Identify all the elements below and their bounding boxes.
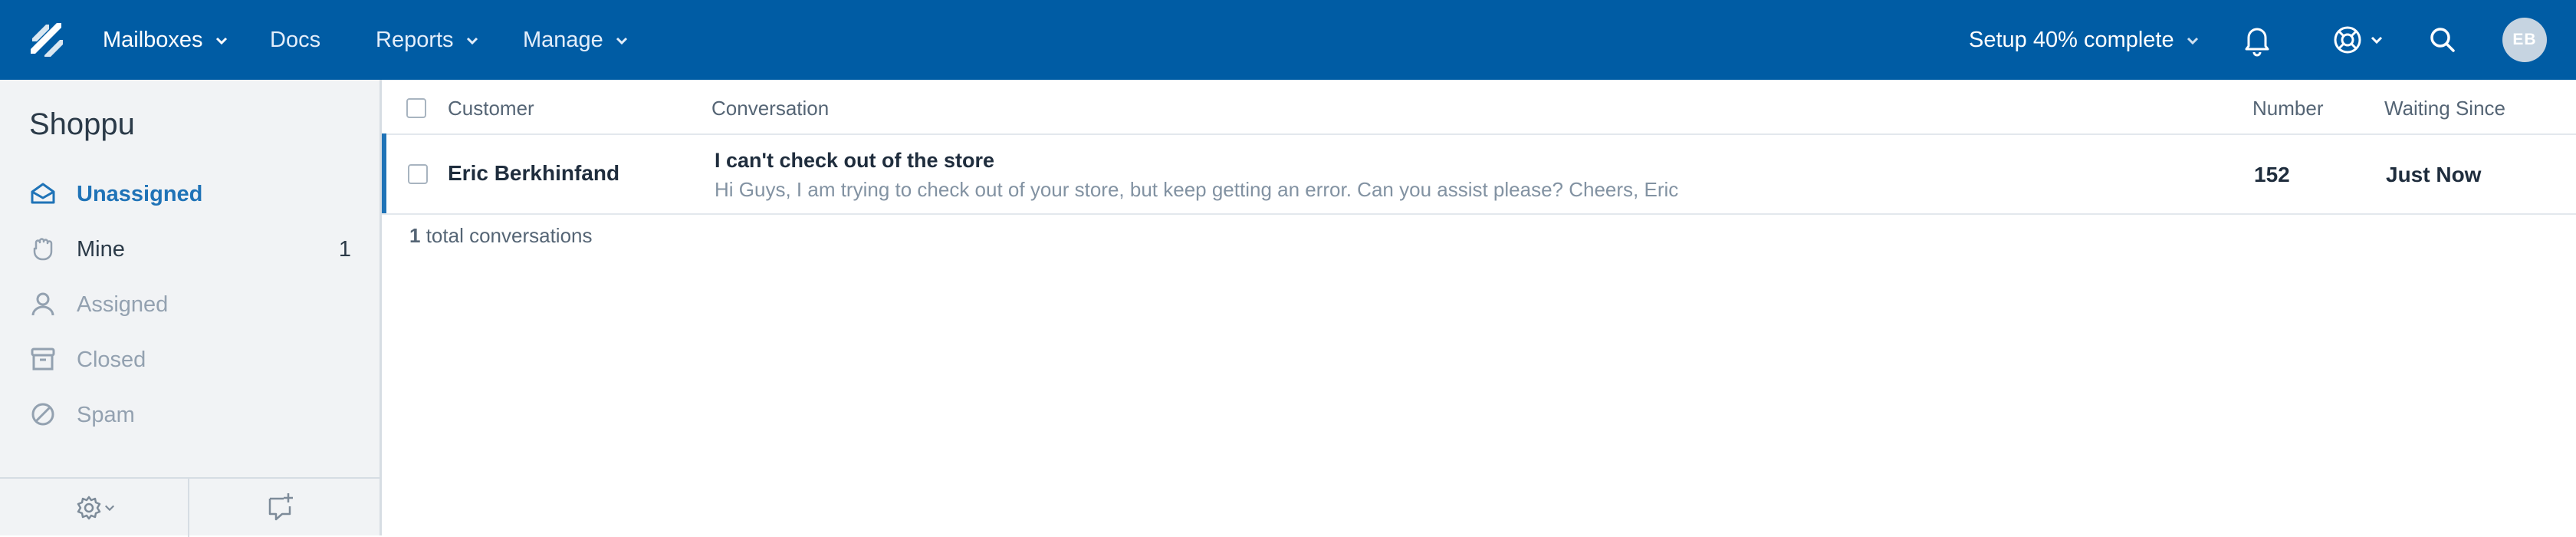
conversation-customer: Eric Berkhinfand — [448, 161, 620, 185]
user-avatar[interactable]: EB — [2502, 18, 2547, 62]
conversation-waiting-since: Just Now — [2386, 163, 2482, 186]
top-navigation-bar: Mailboxes Docs Reports Manage Setup 40% … — [0, 0, 2576, 80]
select-all-checkbox[interactable] — [406, 98, 426, 118]
row-selection-accent — [382, 133, 386, 213]
sidebar-item-assigned[interactable]: Assigned — [29, 281, 351, 327]
conversation-list-header: Customer Conversation Number Waiting Sin… — [382, 80, 2576, 135]
conversation-preview: Hi Guys, I am trying to check out of you… — [715, 178, 1679, 201]
inbox-icon — [31, 183, 55, 204]
footer-divider — [188, 479, 189, 537]
sidebar-item-label: Assigned — [77, 292, 169, 317]
nav-reports-label: Reports — [376, 28, 454, 52]
sidebar-item-closed[interactable]: Closed — [29, 336, 351, 382]
column-header-customer[interactable]: Customer — [448, 97, 534, 120]
chevron-down-icon — [616, 38, 627, 45]
sidebar-item-label: Unassigned — [77, 182, 203, 206]
nav-reports[interactable]: Reports — [376, 0, 478, 80]
column-header-number[interactable]: Number — [2252, 97, 2323, 120]
nav-docs-label: Docs — [270, 28, 321, 52]
gear-icon — [77, 496, 101, 520]
ban-icon — [31, 403, 54, 426]
mailbox-settings-button[interactable] — [74, 493, 127, 523]
column-header-waiting-since[interactable]: Waiting Since — [2384, 97, 2505, 120]
sidebar-item-unassigned[interactable]: Unassigned — [29, 170, 351, 216]
sidebar-item-mine[interactable]: Mine 1 — [29, 226, 351, 272]
total-conversations: 1 total conversations — [409, 224, 593, 248]
nav-docs[interactable]: Docs — [270, 0, 320, 80]
setup-progress-menu[interactable]: Setup 40% complete — [1969, 0, 2199, 80]
chevron-down-icon — [466, 38, 478, 45]
sidebar-item-count: 1 — [338, 237, 351, 262]
conversation-number: 152 — [2254, 163, 2290, 186]
search-icon[interactable] — [2421, 18, 2464, 61]
sidebar-footer — [0, 477, 380, 537]
sidebar-item-label: Spam — [77, 403, 135, 427]
help-menu[interactable] — [2326, 18, 2387, 61]
sidebar-item-spam[interactable]: Spam — [29, 391, 351, 437]
bell-icon[interactable] — [2236, 18, 2279, 61]
sidebar-item-label: Mine — [77, 237, 125, 262]
mailbox-title: Shoppu — [29, 107, 135, 141]
hand-icon — [33, 238, 53, 261]
avatar-initials: EB — [2512, 31, 2537, 48]
chevron-down-icon — [2371, 36, 2383, 44]
conversation-subject: I can't check out of the store — [715, 149, 994, 172]
total-label: total conversations — [426, 224, 593, 247]
setup-progress-label: Setup 40% complete — [1969, 28, 2174, 52]
sidebar-item-label: Closed — [77, 348, 146, 372]
column-header-conversation[interactable]: Conversation — [711, 97, 829, 120]
new-conversation-icon[interactable] — [265, 491, 296, 523]
chevron-down-icon — [2187, 38, 2198, 45]
archive-icon — [31, 348, 55, 371]
nav-mailboxes-label: Mailboxes — [103, 28, 203, 52]
help-lifebuoy-icon — [2334, 26, 2361, 54]
chevron-down-icon — [104, 505, 115, 512]
nav-mailboxes[interactable]: Mailboxes — [103, 0, 228, 80]
helpscout-logo-icon[interactable] — [29, 21, 64, 58]
mailbox-sidebar: Shoppu Unassigned Mine 1 Assigned Closed — [0, 80, 382, 537]
row-checkbox[interactable] — [408, 164, 428, 184]
nav-manage[interactable]: Manage — [523, 0, 628, 80]
conversation-row[interactable]: Eric Berkhinfand I can't check out of th… — [382, 133, 2576, 215]
nav-manage-label: Manage — [523, 28, 603, 52]
chevron-down-icon — [215, 38, 227, 45]
person-icon — [31, 292, 54, 316]
total-count: 1 — [409, 224, 421, 247]
